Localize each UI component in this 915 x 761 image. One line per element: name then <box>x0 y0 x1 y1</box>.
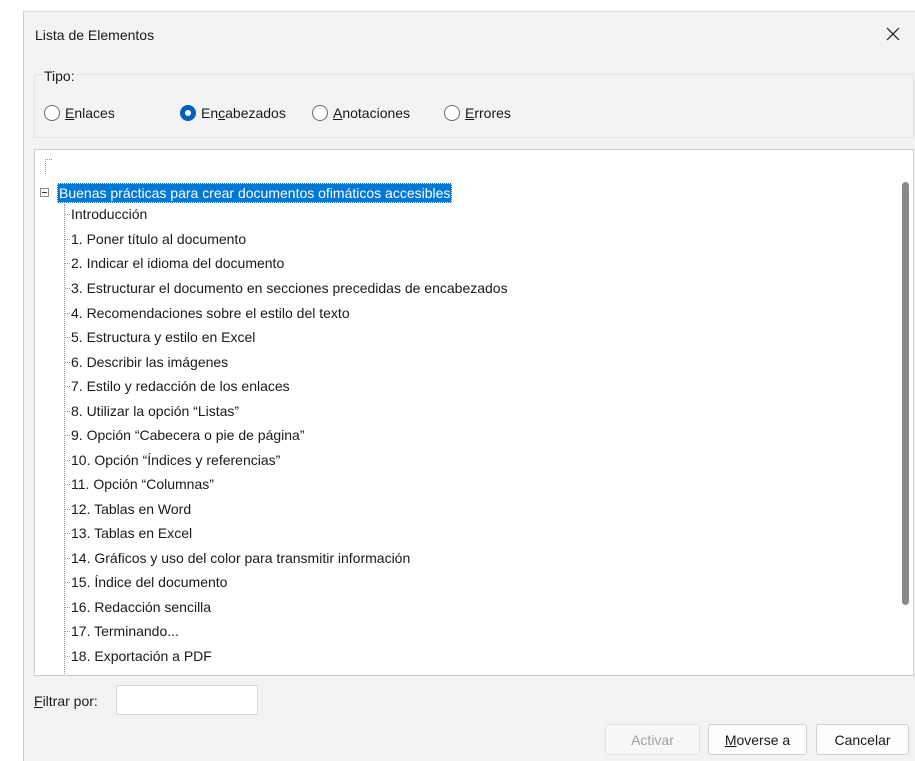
tree-item[interactable]: 8. Utilizar la opción “Listas” <box>64 401 239 421</box>
heading-tree-view[interactable]: Buenas prácticas para crear documentos o… <box>34 149 914 676</box>
tree-item[interactable]: 15. Índice del documento <box>64 572 227 592</box>
tree-item[interactable]: 17. Terminando... <box>65 621 179 641</box>
radio-errores-indicator[interactable] <box>444 105 460 121</box>
tree-item[interactable]: 6. Describir las imágenes <box>64 352 228 372</box>
filter-label: Filtrar por: <box>34 693 98 709</box>
tree-item[interactable]: 18. Exportación a PDF <box>65 646 212 666</box>
radio-encabezados-indicator[interactable] <box>180 105 196 121</box>
lista-de-elementos-dialog: Lista de Elementos Tipo: Enlaces Encabez… <box>23 11 915 761</box>
tree-item[interactable]: 11. Opción “Columnas” <box>65 474 214 494</box>
moverse-a-button[interactable]: Moverse a <box>708 724 807 755</box>
tree-item[interactable]: 10. Opción “Índices y referencias” <box>64 450 280 470</box>
tree-item[interactable]: 2. Indicar el idioma del documento <box>64 253 284 273</box>
radio-enlaces-indicator[interactable] <box>44 105 60 121</box>
tree-connector <box>64 204 65 674</box>
radio-encabezados-label: Encabezados <box>201 105 286 121</box>
tipo-label: Tipo: <box>42 68 77 84</box>
radio-enlaces-label: Enlaces <box>65 105 115 121</box>
radio-anotaciones[interactable]: Anotaciones <box>312 105 410 121</box>
collapse-icon[interactable] <box>40 188 49 197</box>
radio-enlaces[interactable]: Enlaces <box>44 105 115 121</box>
tree-item[interactable]: 5. Estructura y estilo en Excel <box>64 327 255 347</box>
close-icon <box>886 27 900 41</box>
tree-item[interactable]: 4. Recomendaciones sobre el estilo del t… <box>65 303 350 323</box>
dialog-title: Lista de Elementos <box>35 27 155 43</box>
title-bar: Lista de Elementos <box>24 12 915 56</box>
filter-input[interactable] <box>116 685 258 715</box>
tree-item[interactable]: 12. Tablas en Word <box>64 499 191 519</box>
tree-item[interactable]: 14. Gráficos y uso del color para transm… <box>64 548 410 568</box>
tree-item[interactable]: 1. Poner título al documento <box>64 229 246 249</box>
cancelar-button[interactable]: Cancelar <box>816 724 909 755</box>
scrollbar-thumb[interactable] <box>902 182 909 605</box>
tree-item[interactable]: 16. Redacción sencilla <box>64 597 211 617</box>
radio-errores[interactable]: Errores <box>444 105 511 121</box>
activar-button[interactable]: Activar <box>605 724 700 755</box>
tree-item[interactable]: 9. Opción “Cabecera o pie de página” <box>64 425 304 445</box>
tree-item[interactable]: Introducción <box>64 204 147 224</box>
tree-item[interactable]: 3. Estructurar el documento en secciones… <box>65 278 508 298</box>
tree-connector <box>45 159 52 174</box>
close-button[interactable] <box>871 16 915 52</box>
radio-encabezados[interactable]: Encabezados <box>180 105 286 121</box>
radio-errores-label: Errores <box>465 105 511 121</box>
tree-root-node[interactable]: Buenas prácticas para crear documentos o… <box>57 183 453 203</box>
tree-item[interactable]: 13. Tablas en Excel <box>64 523 192 543</box>
tree-item[interactable]: 7. Estilo y redacción de los enlaces <box>65 376 290 396</box>
radio-anotaciones-indicator[interactable] <box>312 105 328 121</box>
vertical-scrollbar[interactable] <box>897 150 913 675</box>
radio-anotaciones-label: Anotaciones <box>333 105 411 121</box>
tipo-groupbox: Tipo: Enlaces Encabezados Anotaciones Er… <box>34 68 914 138</box>
